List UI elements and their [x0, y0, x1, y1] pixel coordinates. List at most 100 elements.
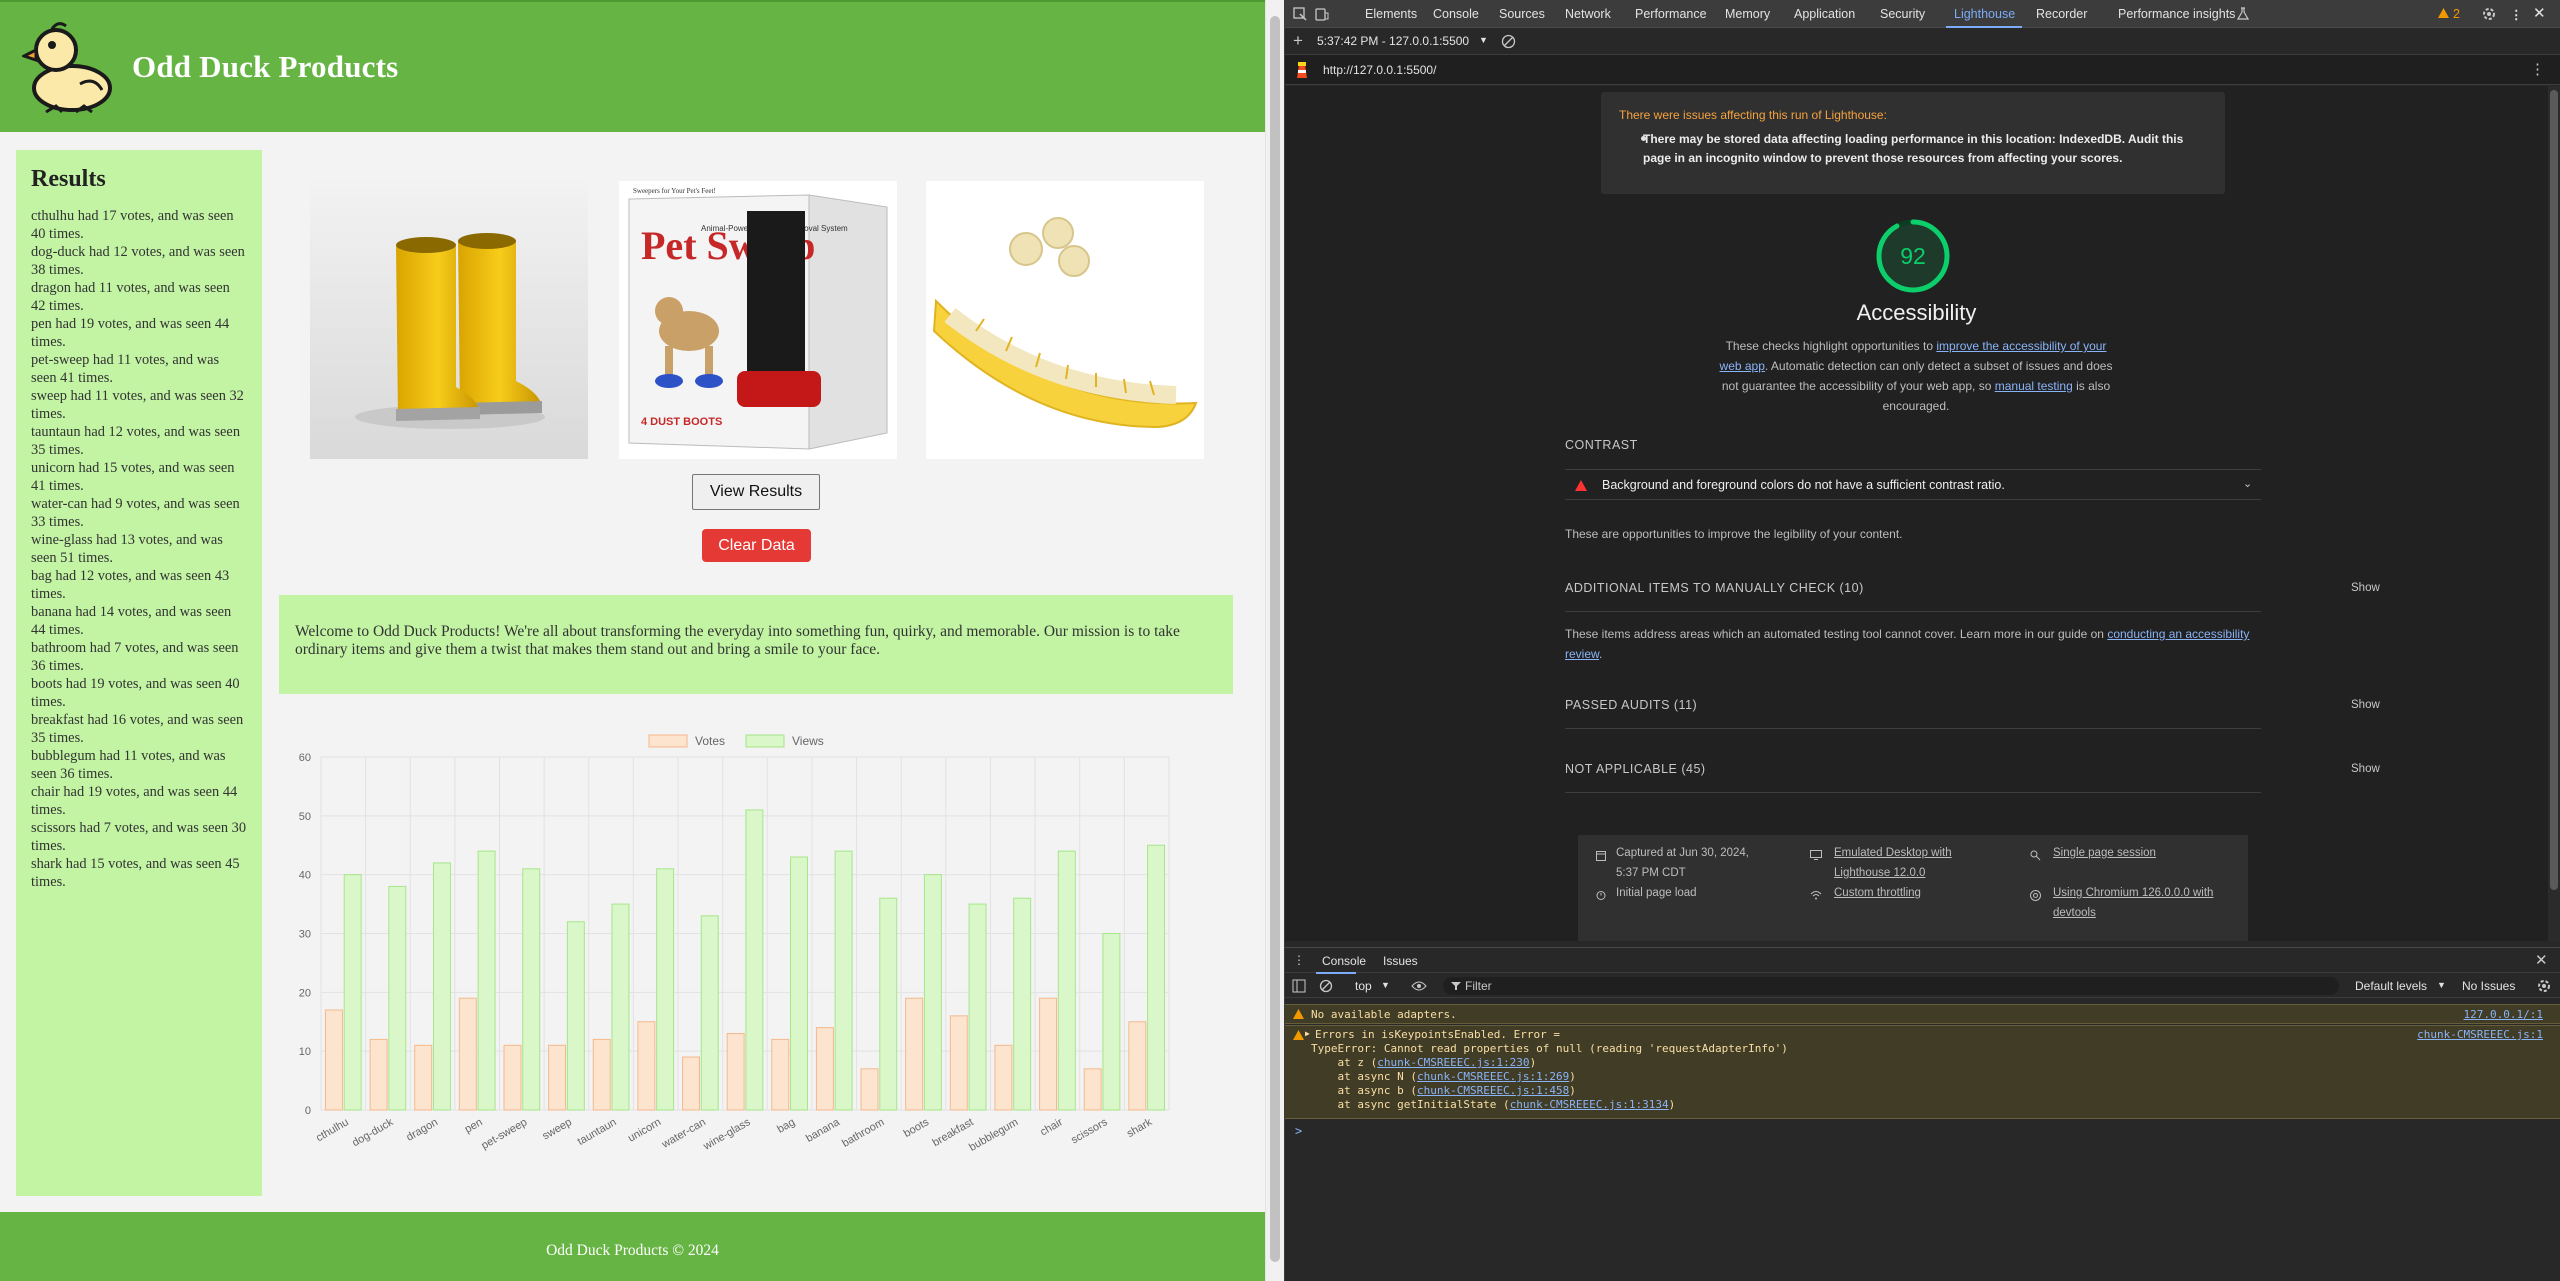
results-item: pen had 19 votes, and was seen 44 times.	[31, 316, 230, 350]
sidebar-toggle-icon[interactable]	[1292, 979, 1306, 993]
close-devtools-icon[interactable]: ✕	[2533, 4, 2546, 22]
report-dropdown-icon[interactable]: ▼	[1479, 35, 1488, 45]
clear-data-button[interactable]: Clear Data	[702, 529, 811, 562]
results-item: boots had 19 votes, and was seen 40 time…	[31, 676, 240, 710]
bar-votes	[860, 1068, 879, 1111]
bar-votes	[503, 1044, 522, 1111]
group-na-title[interactable]: NOT APPLICABLE (45)	[1565, 762, 1706, 776]
console-source-link[interactable]: chunk-CMSREEEC.js:1	[2417, 1028, 2543, 1041]
log-levels-dropdown[interactable]: Default levels	[2355, 979, 2427, 993]
close-drawer-icon[interactable]: ✕	[2535, 951, 2548, 969]
desc-text: These checks highlight opportunities to	[1725, 339, 1937, 353]
single-page-session-link[interactable]: Single page session	[2053, 843, 2156, 863]
device-toolbar-icon[interactable]	[1315, 7, 1329, 21]
view-results-button[interactable]: View Results	[692, 474, 820, 510]
welcome-text: Welcome to Odd Duck Products! We're all …	[295, 623, 1180, 658]
stack-text: at async getInitialState (	[1311, 1098, 1510, 1111]
console-output: No available adapters. 127.0.0.1/:1 ▶ Er…	[1285, 1000, 2560, 1281]
product-image-pet-sweep[interactable]: Sweepers for Your Pet's Feet! Pet Sweep …	[619, 181, 897, 459]
x-tick-label: water-can	[659, 1116, 708, 1151]
results-item: sweep had 11 votes, and was seen 32 time…	[31, 388, 244, 422]
tab-recorder[interactable]: Recorder	[2036, 7, 2087, 21]
tab-elements[interactable]: Elements	[1365, 7, 1417, 21]
group-passed-title[interactable]: PASSED AUDITS (11)	[1565, 698, 1697, 712]
tab-performance-insights[interactable]: Performance insights	[2118, 7, 2235, 21]
bar-views	[656, 868, 675, 1111]
bar-views	[1013, 897, 1032, 1111]
report-selector[interactable]: 5:37:42 PM - 127.0.0.1:5500	[1317, 34, 1469, 48]
x-tick-label: boots	[902, 1116, 932, 1140]
audit-contrast[interactable]: Background and foreground colors do not …	[1565, 470, 2261, 500]
page-scrollbar-thumb[interactable]	[1270, 16, 1280, 1262]
drawer-tab-console[interactable]: Console	[1322, 954, 1366, 968]
console-message: TypeError: Cannot read properties of nul…	[1311, 1042, 1788, 1055]
welcome-section: Welcome to Odd Duck Products! We're all …	[279, 595, 1233, 694]
report-scrollbar[interactable]	[2548, 86, 2560, 941]
tab-security[interactable]: Security	[1880, 7, 1925, 21]
filter-input[interactable]: Filter	[1443, 977, 2339, 995]
no-issues-button[interactable]: No Issues	[2462, 979, 2515, 993]
warning-icon[interactable]	[2437, 7, 2450, 19]
levels-dropdown-icon[interactable]: ▼	[2437, 980, 2446, 990]
context-selector[interactable]: top	[1355, 979, 1372, 993]
results-title: Results	[31, 166, 106, 192]
console-prompt[interactable]: >	[1295, 1124, 1302, 1138]
x-tick-label: banana	[804, 1116, 843, 1145]
drawer-menu-icon[interactable]: ⋮	[1293, 953, 1305, 967]
run-warning-title: There were issues affecting this run of …	[1619, 108, 1887, 122]
bar-votes	[369, 1038, 388, 1111]
tab-memory[interactable]: Memory	[1725, 7, 1770, 21]
context-dropdown-icon[interactable]: ▼	[1381, 980, 1390, 990]
settings-gear-icon[interactable]	[2481, 6, 2497, 22]
wifi-icon	[1810, 891, 1822, 900]
stack-frame: at async getInitialState (chunk-CMSREEEC…	[1311, 1098, 1675, 1111]
x-tick-label: bubblegum	[967, 1116, 1020, 1154]
tab-application[interactable]: Application	[1794, 7, 1855, 21]
site-header: Odd Duck Products	[0, 0, 1265, 132]
timer-icon	[1596, 891, 1606, 900]
show-manual-button[interactable]: Show	[2351, 582, 2380, 594]
clear-console-icon[interactable]	[1319, 979, 1333, 993]
tab-network[interactable]: Network	[1565, 7, 1611, 21]
show-passed-button[interactable]: Show	[2351, 699, 2380, 711]
tab-sources[interactable]: Sources	[1499, 7, 1545, 21]
new-report-icon[interactable]: +	[1293, 31, 1303, 51]
stack-link[interactable]: chunk-CMSREEEC.js:1:230	[1377, 1056, 1529, 1069]
product-image-boots[interactable]	[310, 181, 588, 459]
stack-link[interactable]: chunk-CMSREEEC.js:1:269	[1417, 1070, 1569, 1083]
group-manual-title[interactable]: ADDITIONAL ITEMS TO MANUALLY CHECK (10)	[1565, 581, 1864, 595]
show-na-button[interactable]: Show	[2351, 763, 2380, 775]
tab-console[interactable]: Console	[1433, 7, 1479, 21]
expand-triangle-icon[interactable]: ▶	[1305, 1029, 1310, 1038]
bar-views	[745, 809, 764, 1111]
bar-views	[343, 874, 362, 1111]
devtools-tab-bar: Elements Console Sources Network Perform…	[1285, 0, 2560, 28]
x-tick-label: chair	[1038, 1116, 1065, 1138]
more-menu-icon[interactable]: ⋮	[2510, 7, 2523, 22]
product-image-banana[interactable]	[926, 181, 1204, 459]
clear-reports-icon[interactable]	[1501, 34, 1516, 49]
tab-performance[interactable]: Performance	[1635, 7, 1707, 21]
report-menu-icon[interactable]: ⋮	[2530, 60, 2545, 78]
divider	[1565, 728, 2261, 729]
tab-lighthouse[interactable]: Lighthouse	[1954, 7, 2015, 21]
results-item: pet-sweep had 11 votes, and was seen 41 …	[31, 352, 220, 386]
console-warning-row: No available adapters. 127.0.0.1/:1	[1285, 1004, 2560, 1024]
stack-link[interactable]: chunk-CMSREEEC.js:1:458	[1417, 1084, 1569, 1097]
manual-testing-link[interactable]: manual testing	[1995, 379, 2073, 393]
console-source-link[interactable]: 127.0.0.1/:1	[2464, 1008, 2543, 1021]
issues-count[interactable]: 2	[2453, 7, 2460, 21]
emulated-desktop-link[interactable]: Emulated Desktop with Lighthouse 12.0.0	[1834, 843, 1974, 883]
stack-text: at z (	[1311, 1056, 1378, 1069]
page-scrollbar[interactable]	[1265, 0, 1284, 1281]
inspect-icon[interactable]	[1293, 7, 1307, 21]
drawer-tab-issues[interactable]: Issues	[1383, 954, 1418, 968]
chevron-down-icon[interactable]: ⌄	[2243, 477, 2252, 490]
custom-throttling-link[interactable]: Custom throttling	[1834, 883, 1921, 903]
stack-link[interactable]: chunk-CMSREEEC.js:1:3134	[1510, 1098, 1669, 1111]
console-settings-icon[interactable]	[2536, 978, 2552, 994]
chromium-version-link[interactable]: Using Chromium 126.0.0.0 with devtools	[2053, 883, 2233, 923]
report-scrollbar-thumb[interactable]	[2550, 90, 2558, 890]
chromium-icon	[2030, 890, 2041, 901]
eye-icon[interactable]	[1411, 980, 1427, 992]
